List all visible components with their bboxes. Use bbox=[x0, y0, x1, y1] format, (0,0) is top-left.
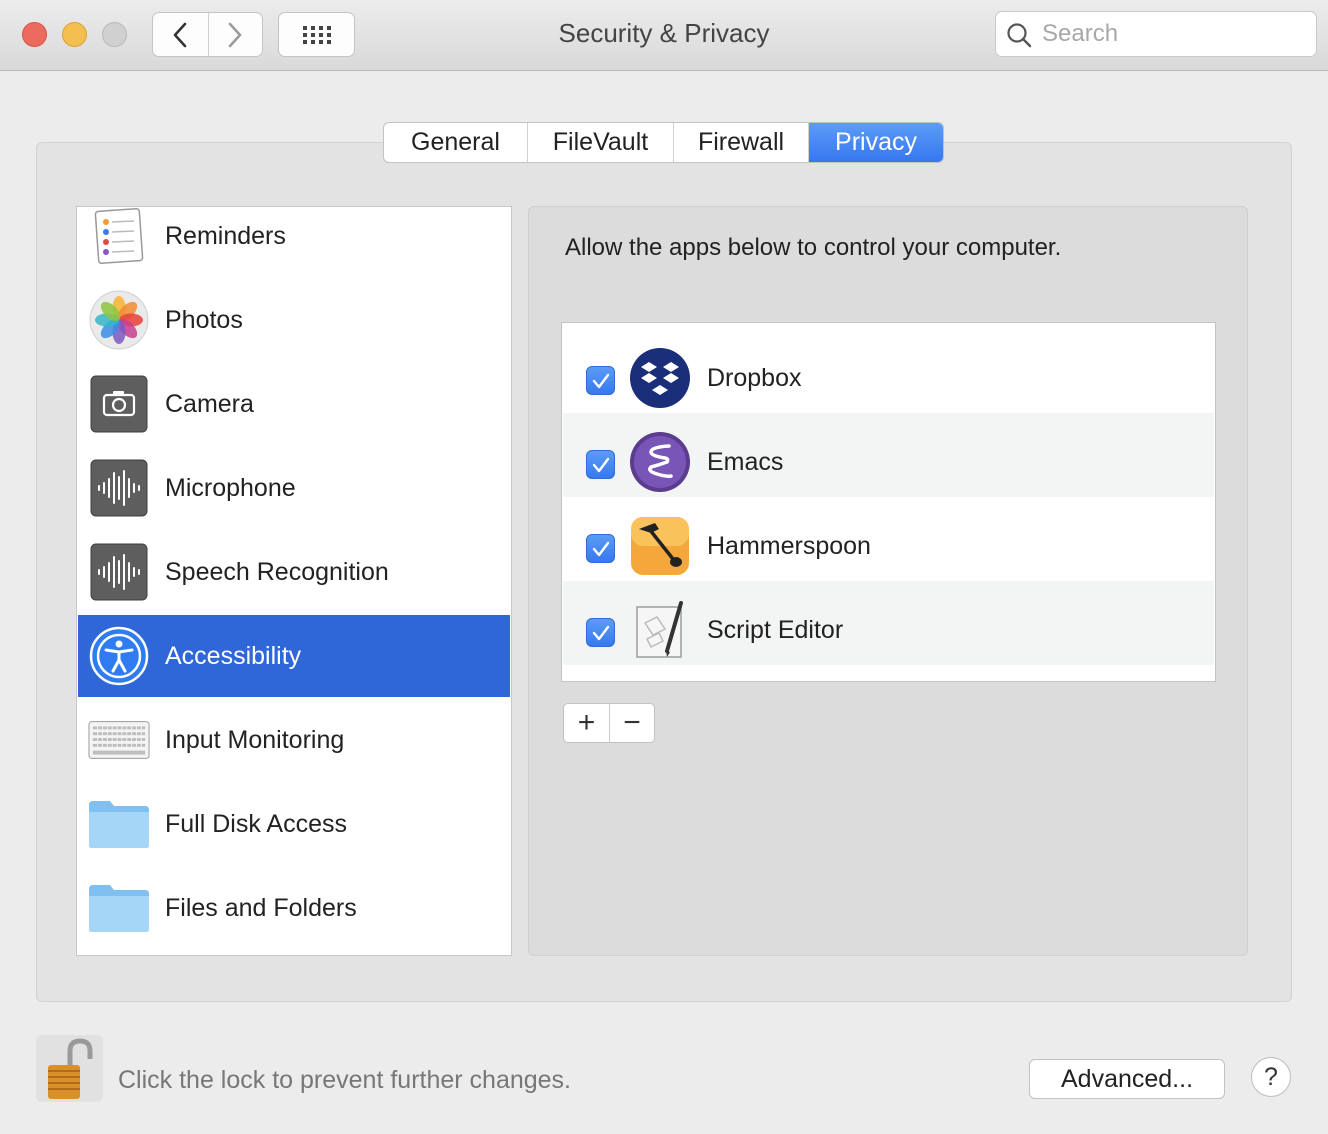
photos-icon bbox=[88, 289, 150, 351]
window-title: Security & Privacy bbox=[558, 18, 770, 48]
emacs-icon bbox=[629, 431, 691, 493]
add-app-button[interactable]: + bbox=[564, 704, 609, 742]
back-button[interactable] bbox=[153, 13, 208, 56]
minus-icon: − bbox=[623, 706, 641, 739]
category-reminders[interactable]: Reminders bbox=[78, 207, 510, 277]
app-checkbox[interactable] bbox=[586, 450, 615, 479]
lock-button[interactable] bbox=[36, 1035, 103, 1102]
category-label: Reminders bbox=[165, 221, 286, 250]
search-input[interactable] bbox=[1042, 18, 1302, 50]
app-row-hammerspoon[interactable]: Hammerspoon bbox=[563, 497, 1214, 581]
tab-privacy[interactable]: Privacy bbox=[808, 123, 943, 162]
tab-filevault[interactable]: FileVault bbox=[527, 123, 673, 162]
close-window-button[interactable] bbox=[22, 22, 47, 47]
speech-recognition-icon bbox=[88, 541, 150, 603]
accessibility-icon bbox=[88, 625, 150, 687]
category-files-and-folders[interactable]: Files and Folders bbox=[78, 867, 510, 949]
hammerspoon-icon bbox=[629, 515, 691, 577]
keyboard-icon bbox=[88, 709, 150, 771]
lock-status-text: Click the lock to prevent further change… bbox=[118, 1066, 572, 1094]
chevron-right-icon bbox=[228, 22, 242, 47]
app-checkbox[interactable] bbox=[586, 618, 615, 647]
app-name: Hammerspoon bbox=[707, 532, 871, 560]
unlocked-padlock-icon bbox=[47, 1037, 92, 1099]
panel-heading: Allow the apps below to control your com… bbox=[565, 234, 1062, 261]
tab-firewall[interactable]: Firewall bbox=[673, 123, 808, 162]
tab-bar: General FileVault Firewall Privacy bbox=[383, 122, 944, 163]
category-label: Accessibility bbox=[165, 641, 302, 670]
app-row-emacs[interactable]: Emacs bbox=[563, 413, 1214, 497]
zoom-window-button[interactable] bbox=[102, 22, 127, 47]
app-row-script-editor[interactable]: Script Editor bbox=[563, 581, 1214, 665]
grid-icon bbox=[302, 25, 331, 44]
minimize-window-button[interactable] bbox=[62, 22, 87, 47]
app-checkbox[interactable] bbox=[586, 534, 615, 563]
search-icon bbox=[1007, 23, 1032, 48]
app-list[interactable]: Dropbox Emacs Hammerspoon Script Editor bbox=[561, 322, 1216, 682]
chevron-left-icon bbox=[173, 22, 187, 47]
category-label: Speech Recognition bbox=[165, 557, 389, 586]
dropbox-icon bbox=[629, 347, 691, 409]
category-full-disk-access[interactable]: Full Disk Access bbox=[78, 783, 510, 865]
camera-icon bbox=[88, 373, 150, 435]
microphone-icon bbox=[88, 457, 150, 519]
category-accessibility[interactable]: Accessibility bbox=[78, 615, 510, 697]
category-label: Photos bbox=[165, 305, 243, 334]
remove-app-button[interactable]: − bbox=[609, 704, 654, 742]
category-microphone[interactable]: Microphone bbox=[78, 447, 510, 529]
help-button[interactable]: ? bbox=[1251, 1057, 1291, 1097]
advanced-button[interactable]: Advanced... bbox=[1029, 1059, 1225, 1099]
checkmark-icon bbox=[592, 373, 609, 388]
title-bar: Security & Privacy bbox=[0, 0, 1328, 71]
category-speech-recognition[interactable]: Speech Recognition bbox=[78, 531, 510, 613]
category-camera[interactable]: Camera bbox=[78, 363, 510, 445]
app-name: Script Editor bbox=[707, 616, 844, 644]
add-remove-buttons: + − bbox=[563, 703, 655, 743]
category-label: Full Disk Access bbox=[165, 809, 347, 838]
plus-icon: + bbox=[577, 706, 596, 739]
app-name: Dropbox bbox=[707, 364, 802, 392]
checkmark-icon bbox=[592, 541, 609, 556]
folder-icon bbox=[88, 793, 150, 855]
category-input-monitoring[interactable]: Input Monitoring bbox=[78, 699, 510, 781]
privacy-category-list[interactable]: Reminders Photos Camera Microphone Speec… bbox=[76, 206, 512, 956]
forward-button[interactable] bbox=[207, 13, 263, 56]
tab-general[interactable]: General bbox=[384, 123, 527, 162]
checkmark-icon bbox=[592, 457, 609, 472]
category-label: Microphone bbox=[165, 473, 296, 502]
show-all-button[interactable] bbox=[278, 12, 355, 57]
app-name: Emacs bbox=[707, 448, 784, 476]
app-row-dropbox[interactable]: Dropbox bbox=[563, 329, 1214, 413]
app-checkbox[interactable] bbox=[586, 366, 615, 395]
category-label: Input Monitoring bbox=[165, 725, 345, 754]
folder-icon bbox=[88, 877, 150, 939]
navigation-buttons bbox=[152, 12, 263, 57]
category-label: Camera bbox=[165, 389, 254, 418]
reminders-icon bbox=[88, 207, 150, 267]
checkmark-icon bbox=[592, 625, 609, 640]
search-field[interactable] bbox=[995, 11, 1317, 57]
category-label: Files and Folders bbox=[165, 893, 357, 922]
script-editor-icon bbox=[629, 599, 691, 661]
category-photos[interactable]: Photos bbox=[78, 279, 510, 361]
